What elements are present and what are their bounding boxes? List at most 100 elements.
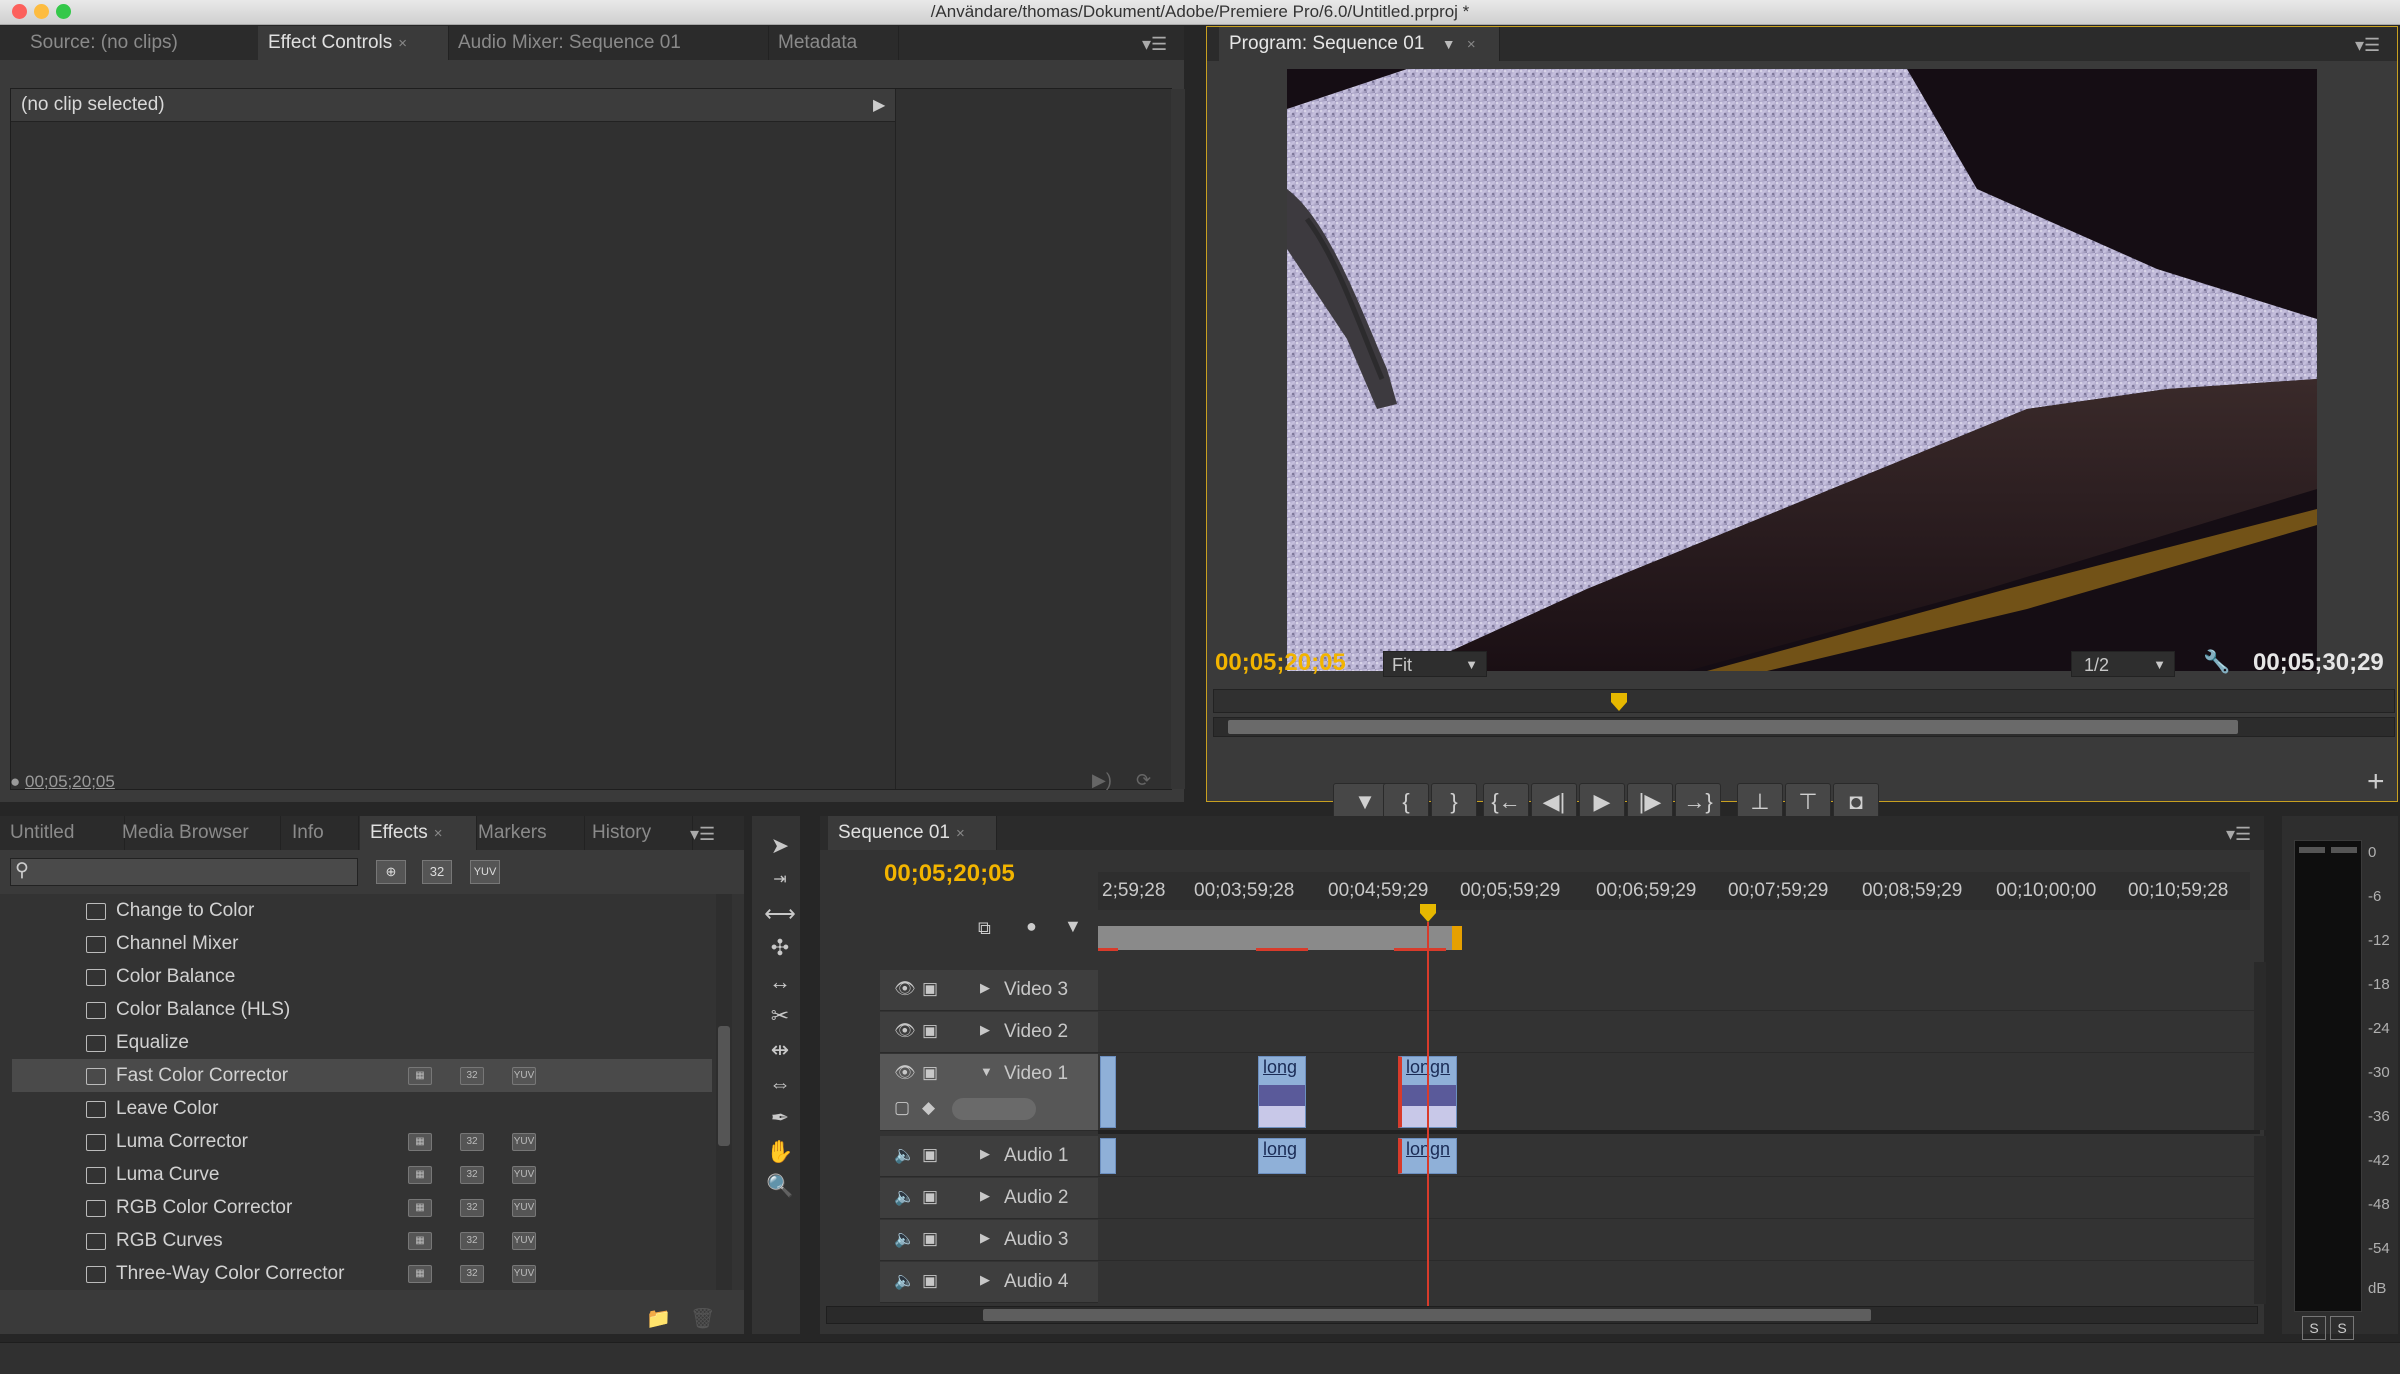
speaker-icon[interactable]: 🔈 (894, 1229, 915, 1249)
lock-track-icon[interactable]: ▣ (922, 1145, 938, 1165)
tab-sequence[interactable]: Sequence 01 × (828, 816, 997, 850)
video-vertical-scrollbar[interactable] (2254, 962, 2266, 1130)
close-tab-icon[interactable]: × (398, 35, 407, 52)
rolling-edit-tool-icon[interactable]: ✣ (762, 932, 798, 964)
selection-tool-icon[interactable]: ➤ (762, 830, 798, 862)
add-button-icon[interactable]: + (2367, 765, 2385, 799)
list-item[interactable]: Channel Mixer (12, 927, 712, 960)
effects-scrollbar[interactable] (716, 894, 732, 1290)
list-item[interactable]: RGB Curves ▦ 32 YUV (12, 1224, 712, 1257)
zoom-scrollbar-thumb[interactable] (1228, 720, 2238, 734)
lock-track-icon[interactable]: ▣ (922, 1063, 938, 1083)
timeline-scrollbar-thumb[interactable] (983, 1309, 1871, 1321)
effect-controls-timecode[interactable]: 00;05;20;05 (25, 772, 115, 791)
play-audio-icon[interactable]: ▶) (1092, 770, 1112, 791)
track-header-audio-1[interactable]: 🔈 ▣ ▶ Audio 1 (880, 1136, 1098, 1177)
pen-tool-icon[interactable]: ✒ (762, 1102, 798, 1134)
scrollbar[interactable] (1171, 89, 1185, 789)
expand-track-icon[interactable]: ▶ (980, 1230, 990, 1246)
list-item[interactable]: Color Balance (HLS) (12, 993, 712, 1026)
list-item[interactable]: RGB Color Corrector ▦ 32 YUV (12, 1191, 712, 1224)
work-area-end-handle[interactable] (1452, 926, 1462, 950)
add-marker-icon[interactable]: ▼ (1064, 916, 1082, 937)
list-item[interactable]: Equalize (12, 1026, 712, 1059)
razor-tool-icon[interactable]: ✂ (762, 1000, 798, 1032)
eye-icon[interactable]: 👁 (894, 979, 916, 999)
lock-track-icon[interactable]: ▣ (922, 1021, 938, 1041)
tab-effect-controls[interactable]: Effect Controls × (258, 26, 449, 60)
resolution-select[interactable]: 1/2 ▼ (2071, 651, 2175, 677)
marker-pin-icon[interactable]: ● (1026, 916, 1037, 937)
collapse-track-icon[interactable]: ▼ (980, 1064, 993, 1079)
close-tab-icon[interactable]: × (1467, 36, 1476, 53)
close-tab-icon[interactable]: × (434, 825, 443, 842)
tab-source[interactable]: Source: (no clips) (20, 26, 261, 60)
track-select-tool-icon[interactable]: ⇥ (762, 864, 798, 896)
tab-history[interactable]: History (582, 816, 693, 850)
close-tab-icon[interactable]: × (956, 825, 965, 842)
ripple-edit-tool-icon[interactable]: ⟷ (762, 898, 798, 930)
solo-left-button[interactable]: S (2302, 1316, 2326, 1340)
tab-program-sequence[interactable]: Program: Sequence 01 ▼ × (1219, 27, 1500, 61)
tab-untitled[interactable]: Untitled (0, 816, 125, 850)
list-item-selected[interactable]: Fast Color Corrector ▦ 32 YUV (12, 1059, 712, 1092)
expand-track-icon[interactable]: ▶ (980, 980, 990, 996)
zoom-tool-icon[interactable]: 🔍 (762, 1170, 798, 1202)
video-clip[interactable] (1100, 1056, 1116, 1128)
zoom-scrollbar[interactable] (1213, 717, 2395, 737)
expand-track-icon[interactable]: ▶ (980, 1146, 990, 1162)
track-header-audio-4[interactable]: 🔈 ▣ ▶ Audio 4 (880, 1262, 1098, 1303)
trash-icon[interactable]: 🗑 (690, 1306, 715, 1331)
yuv-filter-button[interactable]: YUV (470, 860, 500, 884)
timeline-horizontal-scrollbar[interactable] (826, 1306, 2258, 1324)
panel-menu-icon[interactable]: ▾☰ (2226, 824, 2251, 845)
slide-tool-icon[interactable]: ⇔ (762, 1068, 798, 1100)
speaker-icon[interactable]: 🔈 (894, 1145, 915, 1165)
expand-track-icon[interactable]: ▶ (980, 1022, 990, 1038)
lock-track-icon[interactable]: ▣ (922, 1229, 938, 1249)
eye-icon[interactable]: 👁 (894, 1021, 916, 1041)
effects-scrollbar-thumb[interactable] (718, 1026, 730, 1146)
list-item[interactable]: Leave Color (12, 1092, 712, 1125)
expand-track-icon[interactable]: ▶ (980, 1272, 990, 1288)
snap-icon[interactable]: ⧉ (978, 918, 991, 939)
dropdown-arrow-icon[interactable]: ▼ (1442, 36, 1456, 52)
panel-menu-icon[interactable]: ▾☰ (2355, 35, 2380, 56)
track-header-video-2[interactable]: 👁 ▣ ▶ Video 2 (880, 1012, 1098, 1053)
lock-track-icon[interactable]: ▣ (922, 1271, 938, 1291)
audio-clip[interactable] (1100, 1138, 1116, 1174)
display-style-icon[interactable]: ▢ (894, 1098, 910, 1118)
list-item[interactable]: Luma Corrector ▦ 32 YUV (12, 1125, 712, 1158)
32bit-filter-button[interactable]: 32 (422, 860, 452, 884)
lock-track-icon[interactable]: ▣ (922, 979, 938, 999)
lock-track-icon[interactable]: ▣ (922, 1187, 938, 1207)
expand-arrow-icon[interactable]: ▶ (873, 95, 885, 115)
tab-effects[interactable]: Effects × (360, 816, 477, 850)
eye-icon[interactable]: 👁 (894, 1063, 916, 1083)
current-timecode[interactable]: 00;05;20;05 (1215, 649, 1346, 677)
zoom-select[interactable]: Fit ▼ (1383, 651, 1487, 677)
loop-icon[interactable]: ⟳ (1136, 770, 1151, 791)
tab-media-browser[interactable]: Media Browser (112, 816, 281, 850)
panel-menu-icon[interactable]: ▾☰ (1142, 34, 1167, 55)
playhead-line[interactable] (1427, 922, 1429, 1308)
expand-track-icon[interactable]: ▶ (980, 1188, 990, 1204)
rate-stretch-tool-icon[interactable]: ↔ (762, 966, 798, 998)
audio-vertical-scrollbar[interactable] (2254, 1136, 2266, 1304)
list-item[interactable]: Three-Way Color Corrector ▦ 32 YUV (12, 1257, 712, 1290)
track-header-audio-3[interactable]: 🔈 ▣ ▶ Audio 3 (880, 1220, 1098, 1261)
solo-right-button[interactable]: S (2330, 1316, 2354, 1340)
program-scrub-ruler[interactable] (1213, 689, 2395, 713)
new-bin-icon[interactable]: 📁 (646, 1306, 671, 1331)
track-header-audio-2[interactable]: 🔈 ▣ ▶ Audio 2 (880, 1178, 1098, 1219)
video-clip[interactable]: long (1258, 1056, 1306, 1128)
slip-tool-icon[interactable]: ⇹ (762, 1034, 798, 1066)
list-item[interactable]: Color Balance (12, 960, 712, 993)
tab-info[interactable]: Info (282, 816, 359, 850)
panel-menu-icon[interactable]: ▾☰ (690, 824, 715, 845)
accelerated-filter-icon[interactable]: ⊕ (376, 860, 406, 884)
wrench-icon[interactable]: 🔧 (2203, 649, 2230, 675)
program-video-frame[interactable] (1287, 69, 2317, 671)
list-item[interactable]: Change to Color (12, 894, 712, 927)
speaker-icon[interactable]: 🔈 (894, 1271, 915, 1291)
